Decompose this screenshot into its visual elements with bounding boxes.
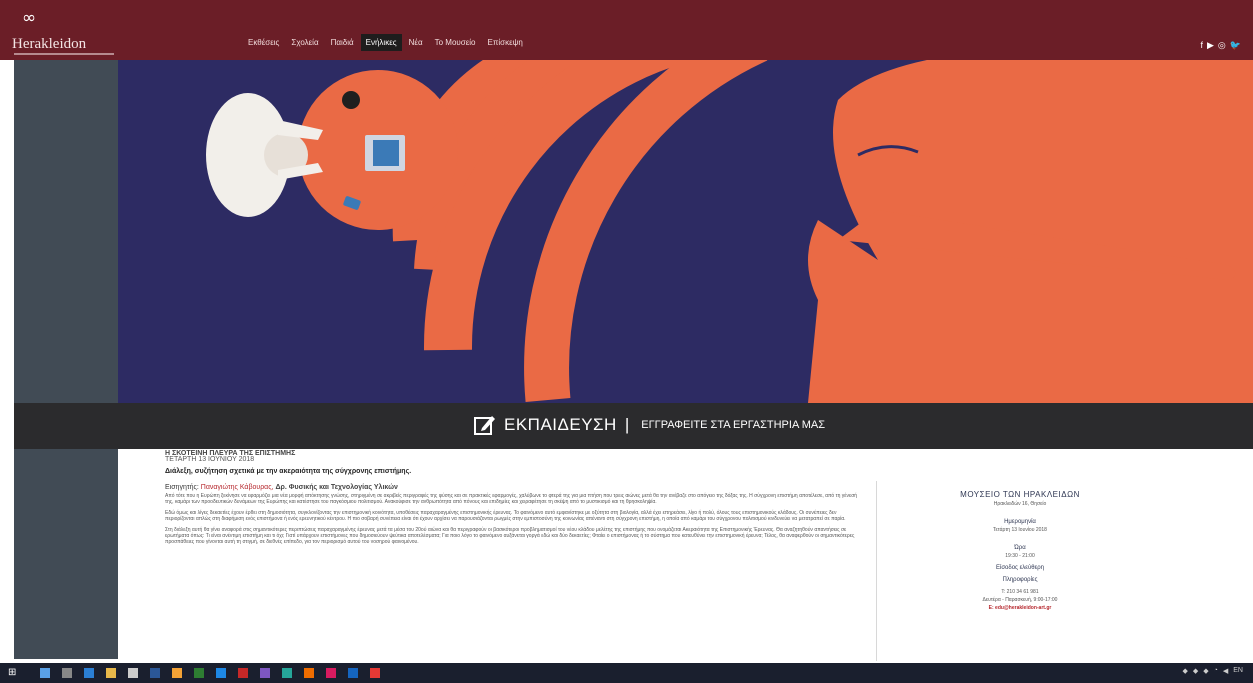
hero-illustration	[118, 60, 1253, 403]
folder-icon[interactable]	[106, 668, 116, 678]
museum-address: Ηρακλειδών 16, Θησείο	[993, 501, 1047, 507]
email-link[interactable]: E: edu@herakleidon-art.gr	[900, 605, 1140, 611]
content-divider	[876, 481, 877, 661]
event-paragraph: Στη διάλεξη αυτή θα γίνει αναφορά στις σ…	[165, 527, 855, 545]
youtube-icon[interactable]: ▶	[1207, 40, 1214, 51]
time-label: Ώρα	[1014, 545, 1026, 551]
event-paragraph: Από τότε που η Ευρώπη ξεκίνησε να εφαρμό…	[165, 493, 858, 505]
windows-start-icon[interactable]: ⊞	[8, 667, 20, 679]
event-info-panel: ΜΟΥΣΕΙΟ ΤΩΝ ΗΡΑΚΛΕΙΔΩΝ Ηρακλειδών 16, Θη…	[900, 490, 1140, 611]
store-icon[interactable]	[128, 668, 138, 678]
app-icon[interactable]	[304, 668, 314, 678]
nav-item-visit[interactable]: Επίσκεψη	[483, 34, 528, 51]
tray-icon[interactable]: ◆	[1203, 667, 1208, 675]
nav-item-news[interactable]: Νέα	[404, 34, 428, 51]
app-icon[interactable]	[282, 668, 292, 678]
social-links: f ▶ ◎ 🐦	[1200, 40, 1241, 51]
banner-title: ΕΚΠΑΙΔΕΥΣΗ	[504, 415, 617, 434]
edge-icon[interactable]	[84, 668, 94, 678]
tray-icon[interactable]: ◆	[1182, 667, 1187, 675]
nav-item-children[interactable]: Παιδιά	[326, 34, 359, 51]
volume-icon[interactable]: ◀	[1223, 667, 1228, 675]
app-icon[interactable]	[370, 668, 380, 678]
main-nav: Εκθέσεις Σχολεία Παιδιά Ενήλικες Νέα Το …	[243, 34, 528, 51]
system-tray: ◆ ◆ ◆ ◔ ◀ EN	[1182, 667, 1243, 675]
language-indicator[interactable]: EN	[1233, 667, 1243, 675]
entrance-text: Είσοδος ελεύθερη	[995, 565, 1044, 571]
event-subtitle: Διάλεξη, συζήτηση σχετικά με την ακεραιό…	[165, 468, 412, 475]
app-icon[interactable]	[194, 668, 204, 678]
taskbar-icons	[40, 668, 380, 678]
nav-item-exhibitions[interactable]: Εκθέσεις	[243, 34, 284, 51]
info-label: Πληροφορίες	[1002, 577, 1038, 583]
logo-icon[interactable]: ∞	[22, 8, 37, 28]
app-icon[interactable]	[260, 668, 270, 678]
wifi-icon[interactable]: ◔	[1214, 667, 1218, 675]
instagram-icon[interactable]: ◎	[1218, 40, 1226, 51]
edit-icon	[474, 416, 495, 435]
speaker-line: Εισηγητής: Παναγιώτης Κάβουρας, Δρ. Φυσι…	[165, 484, 865, 491]
speaker-role: Δρ. Φυσικής και Τεχνολογίας Υλικών	[275, 484, 398, 491]
date-label: Ημερομηνία	[1004, 519, 1036, 525]
tray-icon[interactable]: ◆	[1193, 667, 1198, 675]
hero-artwork	[206, 60, 1253, 403]
event-date-value: Τετάρτη 13 Ιουνίου 2018	[993, 527, 1047, 533]
event-time-value: 19:30 - 21:00	[1005, 553, 1035, 559]
search-icon[interactable]	[40, 668, 50, 678]
twitter-icon[interactable]: 🐦	[1230, 40, 1241, 51]
app-icon[interactable]	[348, 668, 358, 678]
office-hours: Δευτέρα - Παρασκευή, 9:00-17:00	[982, 597, 1058, 603]
education-banner[interactable]: ΕΚΠΑΙΔΕΥΣΗ | ΕΓΓΡΑΦΕΙΤΕ ΣΤΑ ΕΡΓΑΣΤΗΡΙΑ Μ…	[14, 403, 1253, 449]
app-icon[interactable]	[216, 668, 226, 678]
left-sidebar-panel-lower	[14, 449, 118, 659]
logo-underline	[14, 53, 114, 55]
os-taskbar: ⊞ ◆ ◆ ◆ ◔ ◀ EN	[0, 663, 1253, 683]
event-date: ΤΕΤΑΡΤΗ 13 ΙΟΥΝΙΟΥ 2018	[165, 456, 255, 463]
event-paragraph: Εδώ όμως και λίγες δεκαετίες έχουν έρθει…	[165, 510, 846, 522]
logo-text[interactable]: Herakleidon	[12, 36, 86, 53]
site-header: ∞ Herakleidon Εκθέσεις Σχολεία Παιδιά Εν…	[0, 0, 1253, 60]
app-icon[interactable]	[238, 668, 248, 678]
banner-subtitle: ΕΓΓΡΑΦΕΙΤΕ ΣΤΑ ΕΡΓΑΣΤΗΡΙΑ ΜΑΣ	[641, 419, 826, 431]
event-content: Η ΣΚΟΤΕΙΝΗ ΠΛΕΥΡΑ ΤΗΣ ΕΠΙΣΤΗΜΗΣ ΤΕΤΑΡΤΗ …	[165, 450, 865, 550]
nav-item-schools[interactable]: Σχολεία	[286, 34, 323, 51]
mail-icon[interactable]	[150, 668, 160, 678]
app-icon[interactable]	[326, 668, 336, 678]
nav-item-museum[interactable]: Το Μουσείο	[430, 34, 481, 51]
chrome-icon[interactable]	[172, 668, 182, 678]
task-view-icon[interactable]	[62, 668, 72, 678]
museum-name: ΜΟΥΣΕΙΟ ΤΩΝ ΗΡΑΚΛΕΙΔΩΝ	[960, 490, 1080, 499]
speaker-label: Εισηγητής:	[165, 484, 199, 491]
phone-number[interactable]: Τ: 210 34 61 981	[900, 589, 1140, 595]
left-sidebar-panel	[14, 60, 118, 403]
speaker-name: Παναγιώτης Κάβουρας,	[200, 484, 274, 491]
facebook-icon[interactable]: f	[1200, 40, 1203, 51]
nav-item-adults[interactable]: Ενήλικες	[360, 34, 402, 51]
banner-separator: |	[624, 415, 630, 434]
